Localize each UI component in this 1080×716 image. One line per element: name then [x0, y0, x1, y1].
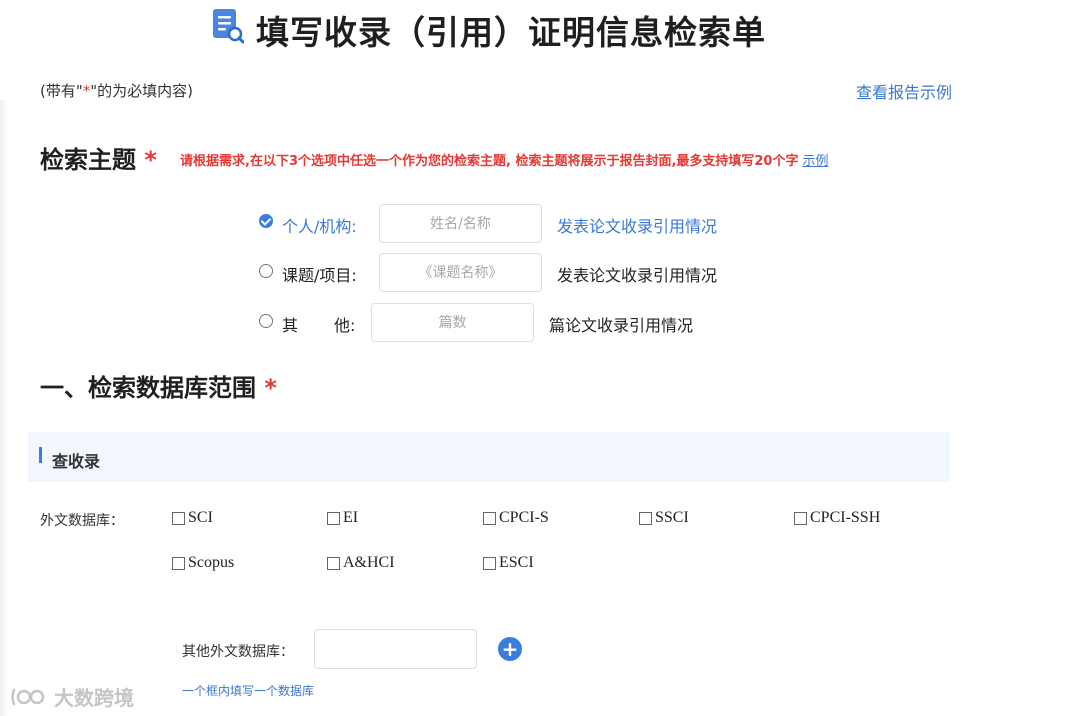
checkbox-box[interactable]: [483, 511, 496, 525]
database-required-star: *: [264, 374, 277, 402]
paper-count-input[interactable]: [371, 303, 534, 342]
watermark-text: 大数跨境: [54, 686, 134, 710]
checkbox-box[interactable]: [172, 511, 185, 525]
checkbox-sci[interactable]: SCI: [172, 509, 213, 527]
topic-section-title: 检索主题 *: [40, 140, 157, 175]
radio-project[interactable]: [259, 264, 273, 278]
checkbox-box[interactable]: [794, 511, 807, 525]
checkbox-label: EI: [343, 509, 359, 526]
topic-hint: 请根据需求,在以下3个选项中任选一个作为您的检索主题, 检索主题将展示于报告封面…: [180, 150, 829, 169]
option-suffix-other: 篇论文收录引用情况: [549, 316, 694, 335]
checkbox-label: ESCI: [499, 554, 534, 571]
checkbox-ahci[interactable]: A&HCI: [327, 554, 395, 572]
checkbox-esci[interactable]: ESCI: [483, 554, 534, 572]
checkbox-label: CPCI-SSH: [810, 509, 881, 526]
page-title: 填写收录（引用）证明信息检索单: [256, 13, 766, 52]
other-database-label: 其他外文数据库：: [182, 644, 294, 660]
watermark-logo-icon: [11, 688, 45, 705]
option-label-person-org: 个人/机构:: [282, 217, 357, 236]
watermark: 大数跨境: [10, 682, 134, 711]
option-label-other-a: 其: [282, 316, 299, 335]
checkbox-label: CPCI-S: [499, 509, 549, 526]
checkbox-label: A&HCI: [343, 554, 395, 571]
option-label-other-b: 他:: [334, 316, 356, 335]
radio-person-org[interactable]: [259, 214, 273, 228]
topic-required-star: *: [144, 146, 157, 174]
checkbox-box[interactable]: [327, 511, 340, 525]
required-note-suffix: "的为必填内容): [90, 82, 194, 100]
topic-example-link[interactable]: 示例: [802, 154, 828, 169]
option-suffix-project: 发表论文收录引用情况: [557, 266, 718, 285]
checkbox-cpci-ssh[interactable]: CPCI-SSH: [794, 509, 880, 527]
project-name-input[interactable]: [379, 253, 542, 292]
other-database-input[interactable]: [314, 629, 477, 669]
checkbox-label: SSCI: [655, 509, 689, 526]
left-edge-shadow: [0, 100, 8, 716]
name-input[interactable]: [379, 204, 542, 243]
checkbox-box[interactable]: [639, 511, 652, 525]
required-note: (带有"*"的为必填内容): [40, 80, 193, 101]
radio-other[interactable]: [259, 314, 273, 328]
document-search-icon: [213, 9, 244, 44]
checkbox-box[interactable]: [172, 556, 185, 570]
checkbox-ssci[interactable]: SSCI: [639, 509, 689, 527]
checkbox-ei[interactable]: EI: [327, 509, 358, 527]
subsection-title: 查收录: [52, 452, 101, 471]
other-database-hint: 一个框内填写一个数据库: [182, 684, 315, 698]
checkbox-box[interactable]: [483, 556, 496, 570]
option-suffix-person-org: 发表论文收录引用情况: [557, 217, 718, 236]
checkbox-label: Scopus: [188, 554, 235, 571]
topic-title-text: 检索主题: [40, 146, 136, 174]
subsection-accent-bar: [39, 447, 42, 463]
checkbox-cpci-s[interactable]: CPCI-S: [483, 509, 549, 527]
view-sample-report-link[interactable]: 查看报告示例: [856, 79, 952, 103]
topic-hint-text: 请根据需求,在以下3个选项中任选一个作为您的检索主题, 检索主题将展示于报告封面…: [180, 154, 799, 169]
add-database-button[interactable]: +: [498, 637, 522, 661]
subsection-header: 查收录: [28, 432, 950, 482]
required-note-prefix: (带有": [40, 82, 83, 100]
checkbox-scopus[interactable]: Scopus: [172, 554, 234, 572]
checkbox-label: SCI: [188, 509, 213, 526]
database-section-title: 一、检索数据库范围 *: [40, 368, 277, 403]
foreign-database-label: 外文数据库：: [40, 513, 124, 529]
option-label-project: 课题/项目:: [282, 266, 357, 285]
checkbox-box[interactable]: [327, 556, 340, 570]
database-title-text: 一、检索数据库范围: [40, 374, 256, 402]
